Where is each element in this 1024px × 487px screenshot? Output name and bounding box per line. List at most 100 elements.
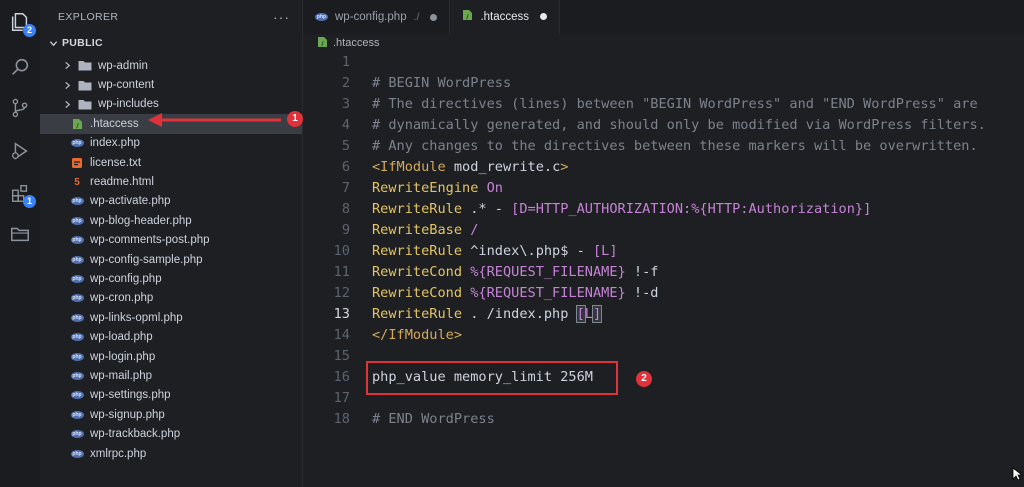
tree-file[interactable]: php wp-cron.php (40, 289, 302, 308)
php-file-icon: php (70, 216, 84, 225)
unsaved-dot-icon[interactable] (540, 13, 548, 20)
tree-file[interactable]: php wp-activate.php (40, 192, 302, 211)
tree-file[interactable]: php wp-blog-header.php (40, 211, 302, 230)
tree-file[interactable]: php wp-comments-post.php (40, 231, 302, 250)
tab-label: .htaccess (480, 10, 530, 23)
unsaved-dot-icon[interactable] (430, 13, 438, 21)
tree-folder[interactable]: wp-content (40, 75, 302, 94)
code-text: RewriteEngine On (372, 180, 503, 196)
php-file-icon: php (70, 236, 84, 245)
tree-file[interactable]: php wp-links-opml.php (40, 308, 302, 327)
code-line[interactable]: 11 RewriteCond %{REQUEST_FILENAME} !-f (303, 262, 1024, 283)
explorer-badge: 2 (23, 24, 36, 37)
line-number: 13 (333, 306, 350, 322)
run-debug-activity-button[interactable] (8, 139, 32, 163)
search-icon (12, 58, 29, 75)
tree-file[interactable]: php index.php (40, 134, 302, 153)
tree-file[interactable]: php wp-trackback.php (40, 424, 302, 443)
chevron-down-icon (46, 36, 60, 50)
php-file-icon: php (70, 391, 84, 400)
explorer-header: EXPLORER ··· (40, 0, 302, 34)
php-file-icon: php (70, 139, 84, 148)
source-control-activity-button[interactable] (8, 96, 32, 120)
tree-file[interactable]: php wp-settings.php (40, 386, 302, 405)
tree-item-label: index.php (90, 137, 140, 150)
tab-htaccess[interactable]: / .htaccess (450, 0, 561, 34)
tree-item-label: wp-links-opml.php (90, 311, 183, 324)
folder-icon (78, 60, 92, 72)
folder-activity-button[interactable] (8, 222, 32, 246)
explorer-activity-button[interactable]: 2 (8, 10, 36, 37)
tab-path-hint: ./ (413, 11, 420, 23)
php-file-icon: php (70, 371, 84, 380)
tree-item-label: wp-content (98, 79, 155, 92)
php-file-icon: php (70, 333, 84, 342)
code-line[interactable]: 13 RewriteRule . /index.php [L] (303, 304, 1024, 325)
tree-folder[interactable]: wp-admin (40, 56, 302, 75)
tree-item-label: readme.html (90, 176, 154, 189)
tree-item-label: wp-admin (98, 59, 148, 72)
code-line[interactable]: 14 </IfModule> (303, 325, 1024, 346)
code-line[interactable]: 2 # BEGIN WordPress (303, 73, 1024, 94)
breadcrumb-item[interactable]: .htaccess (333, 37, 379, 49)
tree-file[interactable]: php wp-mail.php (40, 366, 302, 385)
htaccess-file-icon: / (317, 36, 328, 51)
search-activity-button[interactable] (8, 55, 32, 79)
code-line[interactable]: 4 # dynamically generated, and should onl… (303, 115, 1024, 136)
workspace-root-label: PUBLIC (62, 37, 103, 49)
code-line[interactable]: 5 # Any changes to the directives between… (303, 136, 1024, 157)
workspace-root[interactable]: PUBLIC (40, 34, 302, 52)
tree-file[interactable]: license.txt (40, 153, 302, 172)
tree-file[interactable]: php wp-signup.php (40, 405, 302, 424)
code-line[interactable]: 3 # The directives (lines) between "BEGIN… (303, 94, 1024, 115)
explorer-title: EXPLORER (58, 11, 119, 23)
line-number: 2 (341, 75, 350, 91)
source-control-icon (12, 98, 28, 118)
license-file-icon (70, 157, 84, 169)
code-line[interactable]: 8 RewriteRule .* - [D=HTTP_AUTHORIZATION:… (303, 199, 1024, 220)
tree-file[interactable]: php wp-config.php (40, 269, 302, 288)
code-line[interactable]: 7 RewriteEngine On (303, 178, 1024, 199)
line-number: 14 (333, 327, 350, 343)
tree-file[interactable]: php wp-load.php (40, 327, 302, 346)
code-text: RewriteCond %{REQUEST_FILENAME} !-d (372, 285, 659, 301)
code-line[interactable]: 10 RewriteRule ^index\.php$ - [L] (303, 241, 1024, 262)
tree-item-label: wp-settings.php (90, 389, 171, 402)
code-editor[interactable]: 1 2 # BEGIN WordPress 3 # The directives (li… (303, 52, 1024, 487)
code-line[interactable]: 1 (303, 52, 1024, 73)
line-number: 4 (341, 117, 350, 133)
annotation-arrow (148, 113, 281, 127)
tree-file[interactable]: 5 readme.html (40, 172, 302, 191)
step-2-badge: 2 (636, 371, 652, 387)
line-number: 17 (333, 390, 350, 406)
tree-item-label: wp-trackback.php (90, 428, 181, 441)
line-number: 12 (333, 285, 350, 301)
php-file-icon: php (70, 449, 84, 458)
tree-item-label: xmlrpc.php (90, 447, 147, 460)
tree-file[interactable]: php wp-config-sample.php (40, 250, 302, 269)
folder-icon (11, 227, 29, 242)
tree-file[interactable]: php wp-login.php (40, 347, 302, 366)
highlight-box (366, 361, 618, 395)
more-actions-button[interactable]: ··· (273, 9, 290, 25)
php-file-icon: php (70, 255, 84, 264)
tab-wp-config[interactable]: php wp-config.php ./ (303, 0, 451, 34)
extensions-activity-button[interactable]: 1 (8, 181, 36, 208)
tree-file[interactable]: php xmlrpc.php (40, 444, 302, 463)
tree-item-label: wp-blog-header.php (90, 214, 192, 227)
step-1-badge: 1 (287, 111, 303, 127)
code-line[interactable]: 18 # END WordPress (303, 409, 1024, 430)
line-number: 11 (333, 264, 350, 280)
chevron-right-icon (60, 78, 74, 92)
chevron-right-icon (60, 97, 74, 111)
line-number: 3 (341, 96, 350, 112)
code-text: </IfModule> (372, 327, 463, 343)
code-line[interactable]: 9 RewriteBase / (303, 220, 1024, 241)
code-text: RewriteRule ^index\.php$ - [L] (372, 243, 618, 259)
code-text: RewriteBase / (372, 222, 479, 238)
tree-item-label: wp-config.php (90, 272, 162, 285)
code-line[interactable]: 6 <IfModule mod_rewrite.c> (303, 157, 1024, 178)
code-line[interactable]: 12 RewriteCond %{REQUEST_FILENAME} !-d (303, 283, 1024, 304)
line-number: 16 (333, 369, 350, 385)
tab-label: wp-config.php (335, 11, 407, 23)
